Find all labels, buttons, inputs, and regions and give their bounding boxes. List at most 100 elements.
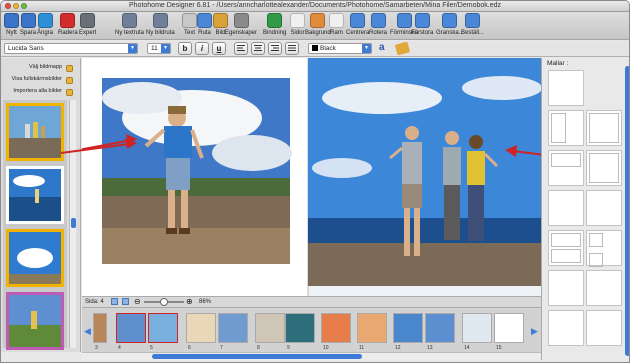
show-fullscreen-images-button[interactable]: Visa fullskärmsbilder — [9, 76, 73, 85]
filmstrip-page-thumbnail[interactable] — [116, 313, 146, 343]
bold-button[interactable]: b — [178, 42, 192, 55]
filmstrip-page-thumbnail[interactable] — [494, 313, 524, 343]
filmstrip-page-thumbnail[interactable] — [218, 313, 248, 343]
template-item[interactable] — [586, 110, 622, 146]
fit-page-icon[interactable] — [111, 298, 118, 305]
toolbar-button-ruta[interactable]: Ruta — [197, 13, 212, 36]
template-item[interactable] — [548, 150, 584, 186]
toolbar-button-ram[interactable]: Ram — [329, 13, 344, 36]
toolbar-button-label: Radera — [58, 30, 78, 36]
filmstrip-page-thumbnail[interactable] — [93, 313, 107, 343]
filmstrip-page-thumbnail[interactable] — [148, 313, 178, 343]
filmstrip-page-thumbnail[interactable] — [425, 313, 455, 343]
scroll-right-icon[interactable]: ▶ — [531, 326, 538, 337]
toolbar-button-radera[interactable]: Radera — [58, 13, 78, 36]
paint-icon[interactable] — [394, 41, 411, 56]
text-color-select[interactable]: Black ▼ — [308, 43, 372, 54]
chevron-down-icon: ▼ — [161, 44, 170, 53]
font-family-select[interactable]: Lucida Sans ▼ — [4, 43, 138, 54]
template-item[interactable] — [548, 190, 584, 226]
filmstrip-page-thumbnail[interactable] — [186, 313, 216, 343]
background-icon — [310, 13, 326, 28]
underline-button[interactable]: u — [212, 42, 226, 55]
filmstrip-page-thumbnail[interactable] — [462, 313, 492, 343]
format-bar: Lucida Sans ▼ 11 ▼ b i u Black ▼ a — [1, 41, 629, 57]
toolbar-button-label: Förstora — [411, 30, 434, 36]
chevron-down-icon: ▼ — [128, 44, 137, 53]
text-icon — [182, 13, 197, 28]
template-item[interactable] — [548, 70, 584, 106]
zoom-percent: 86% — [199, 299, 212, 305]
image-thumbnail[interactable] — [6, 292, 64, 350]
toolbar-button-centrera[interactable]: Centrera — [346, 13, 369, 36]
template-item[interactable] — [586, 190, 622, 226]
filmstrip-page-thumbnail[interactable] — [393, 313, 423, 343]
center-icon — [350, 13, 366, 28]
text-color-value: Black — [320, 45, 336, 52]
toolbar-button-förstora[interactable]: Förstora — [411, 13, 433, 36]
text-style-icon[interactable]: a — [379, 42, 393, 55]
filmstrip-scrollbar[interactable] — [82, 352, 541, 360]
main-toolbar: Nytt Spara Ångra Radera Expert Ny textruta Ny … — [1, 12, 629, 40]
toolbar-button-label: Sidor — [290, 30, 305, 36]
toolbar-button-label: Egenskaper — [225, 30, 258, 36]
page-canvas[interactable] — [82, 58, 541, 296]
template-item[interactable] — [548, 110, 584, 146]
template-item[interactable] — [586, 270, 622, 306]
order-icon — [465, 13, 480, 28]
align-center-button[interactable] — [251, 42, 265, 55]
toolbar-button-granska-[interactable]: Granska... — [436, 13, 464, 36]
template-item[interactable] — [586, 150, 622, 186]
toolbar-button-ångra[interactable]: Ångra — [37, 13, 53, 36]
italic-button[interactable]: i — [195, 42, 209, 55]
photo-frame-left[interactable] — [102, 78, 292, 264]
frame-icon — [197, 13, 212, 28]
toolbar-button-rotera[interactable]: Rotera — [369, 13, 387, 36]
align-right-button[interactable] — [268, 42, 282, 55]
filmstrip-page-thumbnail[interactable] — [321, 313, 351, 343]
toolbar-button-ny-bildruta[interactable]: Ny bildruta — [146, 13, 175, 36]
filmstrip-page-thumbnail[interactable] — [357, 313, 387, 343]
template-item[interactable] — [586, 310, 622, 346]
image-thumbnail[interactable] — [6, 166, 64, 224]
toolbar-button-label: Ångra — [37, 30, 54, 36]
toolbar-button-nytt[interactable]: Nytt — [4, 13, 19, 36]
toolbar-button-beställ-[interactable]: Beställ... — [461, 13, 484, 36]
align-left-button[interactable] — [234, 42, 248, 55]
import-all-images-button[interactable]: Importera alla bilder — [9, 88, 73, 97]
filmstrip-page-number: 9 — [287, 345, 290, 351]
toolbar-button-sidor[interactable]: Sidor — [290, 13, 305, 36]
zoom-in-icon[interactable]: ⊕ — [186, 297, 193, 306]
image-box-icon — [152, 13, 168, 28]
toolbar-button-spara[interactable]: Spara — [20, 13, 36, 36]
template-item[interactable] — [548, 230, 584, 266]
photo-frame-right[interactable] — [308, 58, 541, 286]
image-thumbnail-selected[interactable] — [6, 103, 64, 161]
fit-width-icon[interactable] — [122, 298, 129, 305]
zoom-out-icon[interactable]: ⊖ — [134, 297, 141, 306]
align-justify-button[interactable] — [285, 42, 299, 55]
template-item[interactable] — [586, 230, 622, 267]
toolbar-button-label: Rotera — [369, 30, 388, 36]
choose-image-folder-label: Välj bildmapp — [28, 64, 62, 70]
zoom-slider-handle[interactable] — [160, 298, 168, 306]
choose-image-folder-button[interactable]: Välj bildmapp — [9, 64, 73, 73]
templates-scrollbar[interactable] — [625, 66, 629, 356]
toolbar-button-ny-textruta[interactable]: Ny textruta — [115, 13, 144, 36]
template-item[interactable] — [548, 310, 584, 346]
toolbar-button-expert[interactable]: Expert — [79, 13, 96, 36]
toolbar-button-egenskaper[interactable]: Egenskaper — [225, 13, 257, 36]
toolbar-button-bakgrund[interactable]: Bakgrund — [305, 13, 331, 36]
scroll-left-icon[interactable]: ◀ — [84, 326, 91, 337]
pages-icon — [290, 13, 305, 28]
template-item[interactable] — [548, 270, 584, 306]
filmstrip-page-thumbnail[interactable] — [255, 313, 285, 343]
scrollbar-thumb[interactable] — [71, 218, 76, 228]
image-thumbnail[interactable] — [6, 229, 64, 287]
scrollbar-thumb[interactable] — [152, 354, 362, 359]
font-size-select[interactable]: 11 ▼ — [147, 43, 171, 54]
toolbar-button-text[interactable]: Text — [182, 13, 197, 36]
filmstrip-page-thumbnail[interactable] — [285, 313, 315, 343]
filmstrip-page-number: 12 — [395, 345, 401, 351]
toolbar-button-bindning[interactable]: Bindning — [263, 13, 286, 36]
